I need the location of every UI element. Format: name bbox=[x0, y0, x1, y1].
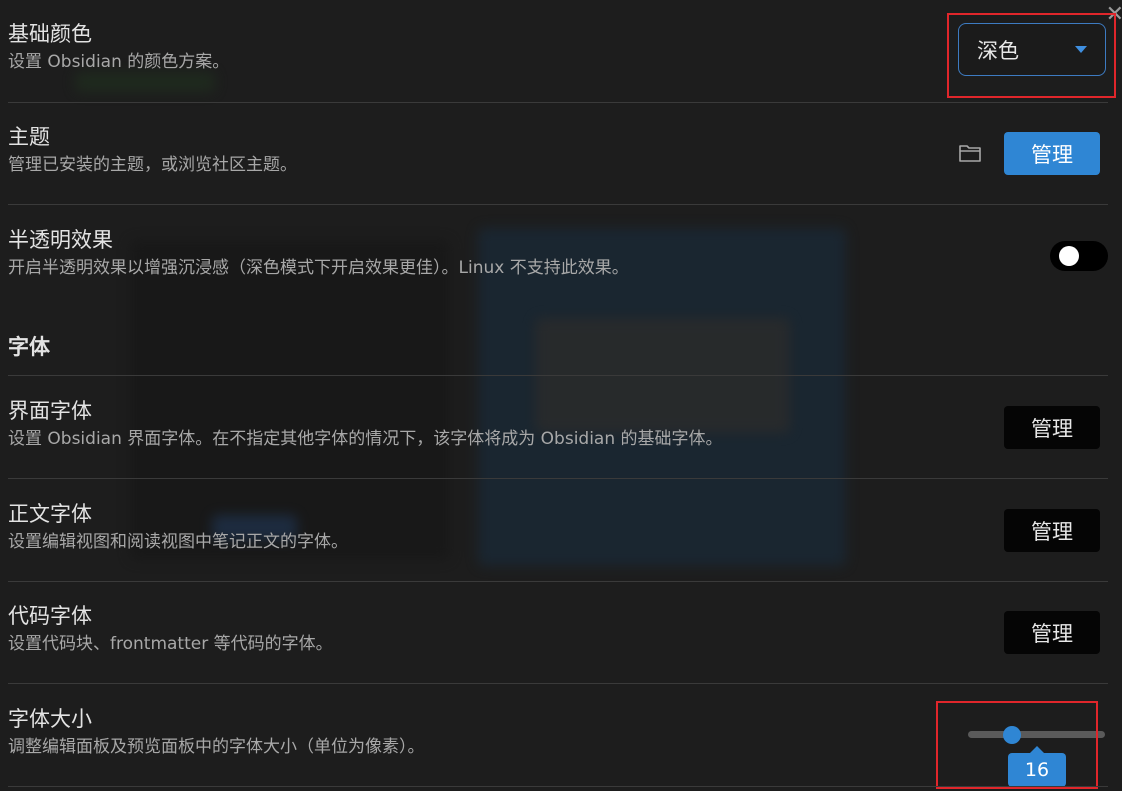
folder-icon[interactable] bbox=[958, 142, 982, 164]
divider bbox=[8, 786, 1108, 787]
background-blur bbox=[75, 72, 215, 92]
section-heading-font: 字体 bbox=[8, 335, 50, 359]
setting-name: 界面字体 bbox=[8, 399, 92, 423]
divider bbox=[8, 102, 1108, 103]
setting-ui-font: 界面字体 设置 Obsidian 界面字体。在不指定其他字体的情况下，该字体将成… bbox=[8, 401, 1108, 448]
manage-text-font-button[interactable]: 管理 bbox=[1004, 509, 1100, 552]
setting-base-color: 基础颜色 设置 Obsidian 的颜色方案。 bbox=[8, 24, 1108, 71]
manage-ui-font-button[interactable]: 管理 bbox=[1004, 406, 1100, 449]
manage-themes-button[interactable]: 管理 bbox=[1004, 132, 1100, 175]
setting-text-font: 正文字体 设置编辑视图和阅读视图中笔记正文的字体。 bbox=[8, 504, 1108, 551]
setting-name: 半透明效果 bbox=[8, 228, 113, 252]
divider bbox=[8, 581, 1108, 582]
settings-pane: ✕ 基础颜色 设置 Obsidian 的颜色方案。 深色 主题 管理已安装的主题… bbox=[0, 0, 1122, 791]
divider bbox=[8, 204, 1108, 205]
setting-name: 代码字体 bbox=[8, 604, 92, 628]
toggle-knob bbox=[1059, 246, 1079, 266]
highlight-box bbox=[936, 701, 1098, 789]
manage-code-font-button[interactable]: 管理 bbox=[1004, 611, 1100, 654]
setting-description: 设置编辑视图和阅读视图中笔记正文的字体。 bbox=[8, 532, 348, 552]
setting-name: 主题 bbox=[8, 125, 50, 149]
setting-theme: 主题 管理已安装的主题，或浏览社区主题。 bbox=[8, 127, 1108, 174]
setting-name: 基础颜色 bbox=[8, 22, 92, 46]
setting-description: 设置 Obsidian 界面字体。在不指定其他字体的情况下，该字体将成为 Obs… bbox=[8, 429, 723, 449]
divider bbox=[8, 478, 1108, 479]
translucent-toggle[interactable] bbox=[1050, 241, 1108, 271]
setting-description: 管理已安装的主题，或浏览社区主题。 bbox=[8, 155, 297, 175]
divider bbox=[8, 375, 1108, 376]
divider bbox=[8, 683, 1108, 684]
setting-translucent: 半透明效果 开启半透明效果以增强沉浸感（深色模式下开启效果更佳）。Linux 不… bbox=[8, 230, 1108, 277]
highlight-box bbox=[947, 13, 1116, 98]
setting-description: 设置代码块、frontmatter 等代码的字体。 bbox=[8, 634, 333, 654]
setting-name: 正文字体 bbox=[8, 502, 92, 526]
setting-description: 设置 Obsidian 的颜色方案。 bbox=[8, 52, 230, 72]
setting-code-font: 代码字体 设置代码块、frontmatter 等代码的字体。 bbox=[8, 606, 1108, 653]
setting-description: 开启半透明效果以增强沉浸感（深色模式下开启效果更佳）。Linux 不支持此效果。 bbox=[8, 258, 629, 278]
